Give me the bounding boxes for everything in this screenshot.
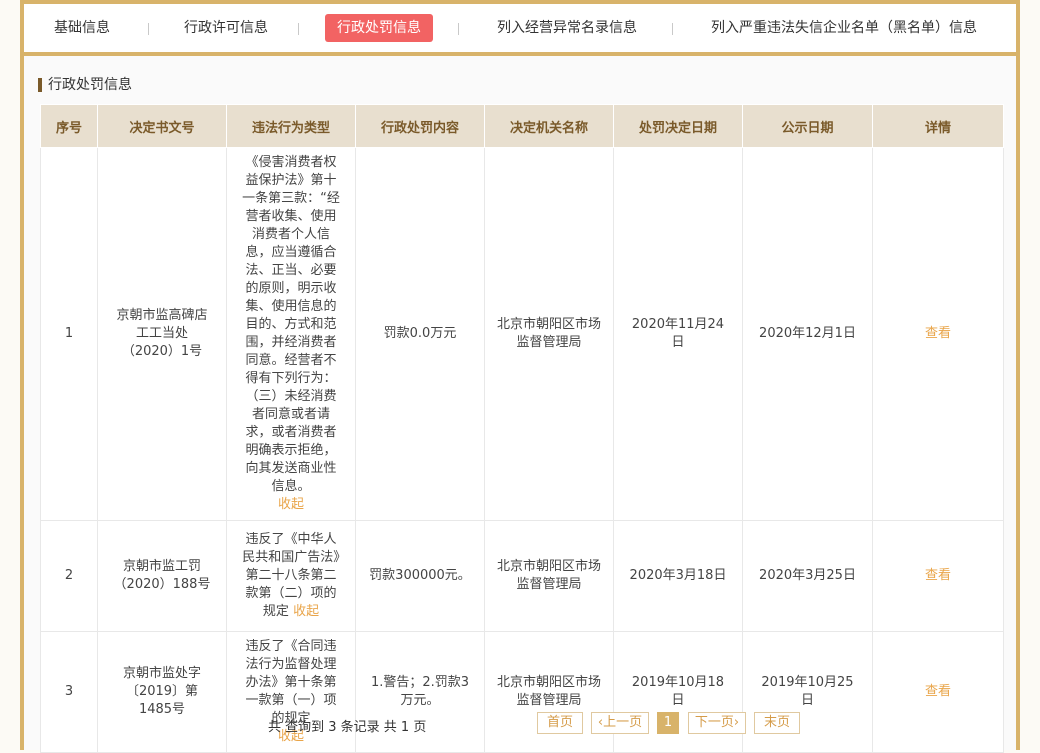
content-frame: 基础信息 行政许可信息 行政处罚信息 列入经营异常名录信息 列入严重违法失信企业…	[20, 0, 1020, 753]
tab-bar: 基础信息 行政许可信息 行政处罚信息 列入经营异常名录信息 列入严重违法失信企业…	[24, 4, 1016, 52]
tab-blacklist[interactable]: 列入严重违法失信企业名单（黑名单）信息	[711, 14, 977, 42]
cell-publish-date: 2020年3月25日	[742, 520, 873, 632]
cell-doc-number: 京朝市监高碑店工工当处（2020）1号	[97, 147, 227, 521]
cell-doc-number: 京朝市监处字〔2019〕第1485号	[97, 631, 227, 753]
penalty-panel: 行政处罚信息 序号 决定书文号 违法行为类型 行政处罚内容 决定机关名称 处罚决…	[24, 56, 1016, 753]
header-publish-date: 公示日期	[742, 104, 873, 148]
cell-detail: 查看	[872, 147, 1004, 521]
table-header-row: 序号 决定书文号 违法行为类型 行政处罚内容 决定机关名称 处罚决定日期 公示日…	[40, 104, 1004, 148]
tab-basic-info[interactable]: 基础信息	[54, 14, 110, 42]
cell-authority: 北京市朝阳区市场监督管理局	[484, 147, 614, 521]
violation-text: 违反了《合同违法行为监督处理办法》第十条第一款第（一）项的规定	[245, 639, 337, 726]
cell-authority: 北京市朝阳区市场监督管理局	[484, 631, 614, 753]
view-detail-link[interactable]: 查看	[925, 684, 951, 699]
next-page-button[interactable]: 下一页›	[688, 712, 746, 734]
cell-doc-number: 京朝市监工罚（2020）188号	[97, 520, 227, 632]
header-doc-number: 决定书文号	[97, 104, 227, 148]
first-page-button[interactable]: 首页	[537, 712, 583, 734]
cell-no: 1	[40, 147, 98, 521]
penalty-table: 序号 决定书文号 违法行为类型 行政处罚内容 决定机关名称 处罚决定日期 公示日…	[40, 104, 1004, 753]
tab-abnormal-list[interactable]: 列入经营异常名录信息	[497, 14, 637, 42]
cell-no: 2	[40, 520, 98, 632]
tab-separator	[672, 23, 673, 35]
cell-violation: 违反了《中华人民共和国广告法》第二十八条第二款第（二）项的规定 收起	[226, 520, 356, 632]
cell-detail: 查看	[872, 520, 1004, 632]
table-row: 3 京朝市监处字〔2019〕第1485号 违反了《合同违法行为监督处理办法》第十…	[40, 631, 1004, 753]
cell-publish-date: 2019年10月25日	[742, 631, 873, 753]
table-row: 1 京朝市监高碑店工工当处（2020）1号 《侵害消费者权益保护法》第十一条第三…	[40, 147, 1004, 521]
cell-decision-date: 2019年10月18日	[613, 631, 743, 753]
header-violation-type: 违法行为类型	[226, 104, 356, 148]
cell-decision-date: 2020年11月24日	[613, 147, 743, 521]
cell-violation: 《侵害消费者权益保护法》第十一条第三款：“经营者收集、使用消费者个人信息，应当遵…	[226, 147, 356, 521]
cell-authority: 北京市朝阳区市场监督管理局	[484, 520, 614, 632]
tab-separator	[148, 23, 149, 35]
collapse-link[interactable]: 收起	[293, 604, 319, 619]
header-decision-date: 处罚决定日期	[613, 104, 743, 148]
header-authority: 决定机关名称	[484, 104, 614, 148]
view-detail-link[interactable]: 查看	[925, 568, 951, 583]
last-page-button[interactable]: 末页	[754, 712, 800, 734]
collapse-link[interactable]: 收起	[278, 497, 304, 512]
table-row: 2 京朝市监工罚（2020）188号 违反了《中华人民共和国广告法》第二十八条第…	[40, 520, 1004, 632]
section-title: 行政处罚信息	[48, 77, 132, 93]
tab-penalty-info[interactable]: 行政处罚信息	[325, 14, 433, 42]
prev-page-button[interactable]: ‹上一页	[591, 712, 649, 734]
violation-text: 违反了《中华人民共和国广告法》第二十八条第二款第（二）项的规定	[242, 532, 340, 619]
violation-text: 《侵害消费者权益保护法》第十一条第三款：“经营者收集、使用消费者个人信息，应当遵…	[242, 155, 340, 494]
page-number-current[interactable]: 1	[657, 712, 679, 734]
header-detail: 详情	[872, 104, 1004, 148]
cell-no: 3	[40, 631, 98, 753]
cell-penalty: 罚款300000元。	[355, 520, 485, 632]
tab-license-info[interactable]: 行政许可信息	[184, 14, 268, 42]
cell-penalty: 罚款0.0万元	[355, 147, 485, 521]
tab-separator	[298, 23, 299, 35]
header-penalty-content: 行政处罚内容	[355, 104, 485, 148]
cell-publish-date: 2020年12月1日	[742, 147, 873, 521]
tab-separator	[458, 23, 459, 35]
header-no: 序号	[40, 104, 98, 148]
cell-decision-date: 2020年3月18日	[613, 520, 743, 632]
view-detail-link[interactable]: 查看	[925, 326, 951, 341]
cell-detail: 查看	[872, 631, 1004, 753]
record-summary: 共 查询到 3 条记录 共 1 页	[268, 720, 427, 735]
